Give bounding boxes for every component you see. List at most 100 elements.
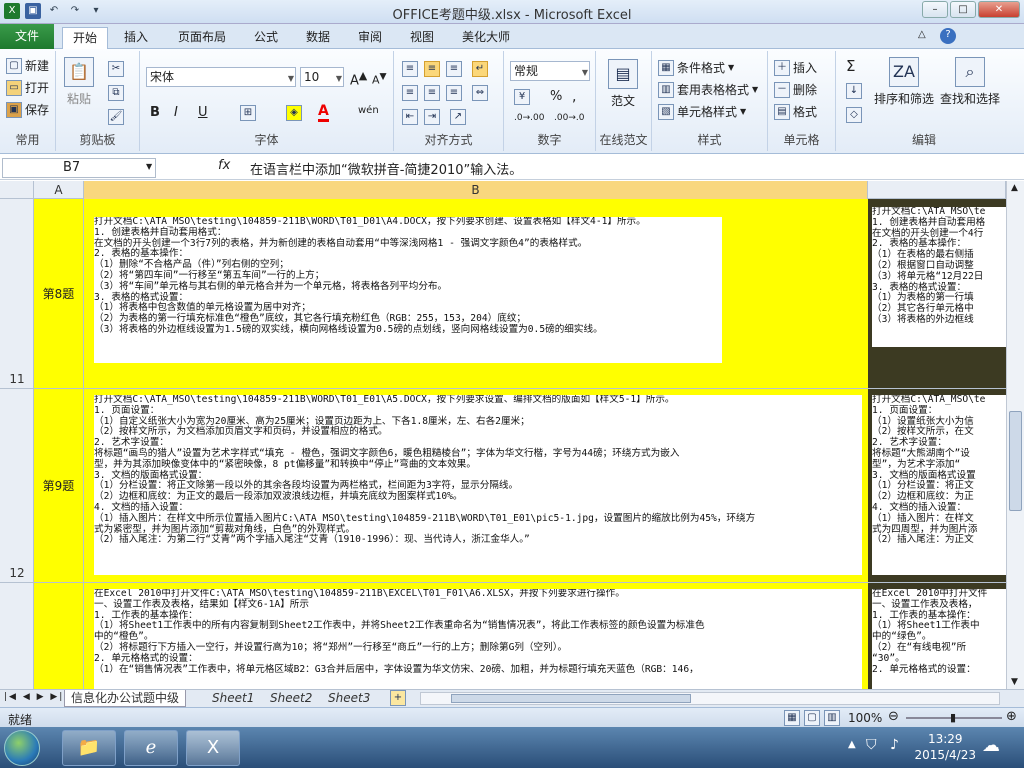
increase-decimal-icon[interactable]: .0→.00 (514, 113, 544, 123)
sheet-tab-sheet2[interactable]: Sheet2 (264, 690, 318, 707)
bold-button[interactable]: B (150, 105, 160, 120)
sheet-tab-sheet1[interactable]: Sheet1 (206, 690, 260, 707)
percent-icon[interactable]: % (550, 89, 562, 104)
find-select-button[interactable]: ⌕ 查找和选择 (940, 57, 1000, 107)
delete-cells-button[interactable]: －删除 (774, 81, 817, 98)
horizontal-scrollbar[interactable] (420, 692, 1000, 705)
column-header-b[interactable]: B (84, 181, 868, 199)
paste-button[interactable]: 📋 粘贴 (64, 57, 94, 107)
grow-font-icon[interactable]: A▲ (350, 69, 367, 88)
tab-beautify[interactable]: 美化大师 (456, 27, 516, 49)
tab-formulas[interactable]: 公式 (248, 27, 284, 49)
h-scroll-thumb[interactable] (451, 694, 691, 703)
sheet-nav-icons[interactable]: |◀ ◀ ▶ ▶| (4, 692, 64, 702)
wrap-text-icon[interactable]: ↵ (472, 61, 488, 77)
orientation-icon[interactable]: ↗ (450, 109, 466, 125)
maximize-button[interactable]: □ (950, 1, 976, 18)
align-center-icon[interactable]: ≡ (424, 85, 440, 101)
clear-icon[interactable]: ◇ (846, 107, 862, 123)
currency-icon[interactable]: ¥ (514, 89, 530, 105)
align-top-icon[interactable]: ≡ (402, 61, 418, 77)
tab-view[interactable]: 视图 (404, 27, 440, 49)
tab-page-layout[interactable]: 页面布局 (172, 27, 232, 49)
row-header[interactable]: 12 (0, 389, 34, 583)
cell-a12[interactable]: 第9题 (34, 389, 84, 583)
zoom-level[interactable]: 100% (848, 711, 882, 725)
font-name-combo[interactable]: 宋体 ▼ (146, 67, 296, 87)
decrease-decimal-icon[interactable]: .00→.0 (554, 113, 584, 123)
font-size-combo[interactable]: 10 ▼ (300, 67, 344, 87)
normal-view-icon[interactable]: ▦ (784, 710, 800, 726)
tab-home[interactable]: 开始 (62, 27, 108, 49)
excel-taskbar-icon[interactable]: X (186, 730, 240, 766)
underline-button[interactable]: U (198, 105, 208, 120)
copy-icon[interactable]: ⧉ (108, 85, 124, 101)
cell-c12[interactable]: 打开文档C:\ATA_MSO\te 1. 页面设置： （1）设置纸张大小为信 （… (868, 389, 1008, 583)
cell-b13[interactable]: 在Excel 2010中打开文件C:\ATA_MSO\testing\10485… (84, 583, 868, 689)
borders-icon[interactable]: ⊞ (240, 105, 256, 121)
page-break-view-icon[interactable]: ▥ (824, 710, 840, 726)
volume-icon[interactable]: ♪ (890, 737, 899, 753)
open-button[interactable]: ▭ 打开 (6, 79, 49, 96)
insert-cells-button[interactable]: ＋插入 (774, 59, 817, 76)
cell-b12[interactable]: 打开文档C:\ATA_MSO\testing\104859-211B\WORD\… (84, 389, 868, 583)
formula-input[interactable]: 在语言栏中添加“微软拼音-简捷2010”输入法。 (250, 159, 522, 178)
cell-a13[interactable] (34, 583, 84, 689)
scroll-down-icon[interactable]: ▼ (1011, 677, 1018, 687)
name-box[interactable]: B7 (2, 158, 156, 178)
page-layout-view-icon[interactable]: ▢ (804, 710, 820, 726)
close-button[interactable]: ✕ (978, 1, 1020, 18)
cut-icon[interactable]: ✂ (108, 61, 124, 77)
collapse-ribbon-icon[interactable]: △ (918, 29, 926, 40)
minimize-button[interactable]: – (922, 1, 948, 18)
align-bottom-icon[interactable]: ≡ (446, 61, 462, 77)
row-header[interactable] (0, 583, 34, 689)
cell-a11[interactable]: 第8题 (34, 199, 84, 389)
zoom-out-icon[interactable]: ⊖ (888, 709, 899, 724)
network-icon[interactable]: ⛉ (866, 737, 877, 753)
fanwen-button[interactable]: ▤ 范文 (608, 59, 638, 109)
start-button[interactable] (4, 730, 40, 766)
row-header[interactable]: 11 (0, 199, 34, 389)
explorer-taskbar-icon[interactable]: 📁 (62, 730, 116, 766)
tray-expand-icon[interactable]: ▲ (848, 739, 856, 750)
sheet-tab-main[interactable]: 信息化办公试题中级 (64, 690, 187, 707)
help-icon[interactable]: ? (940, 28, 956, 44)
namebox-dropdown-icon[interactable]: ▼ (146, 162, 152, 171)
tab-review[interactable]: 审阅 (352, 27, 388, 49)
italic-button[interactable]: I (174, 105, 178, 120)
zoom-slider-thumb[interactable]: ▮ (950, 711, 956, 724)
system-clock[interactable]: 13:29 2015/4/23 (914, 731, 976, 763)
vertical-scrollbar[interactable]: ▲ ▼ (1006, 181, 1024, 689)
number-format-combo[interactable]: 常规 ▼ (510, 61, 590, 81)
sort-filter-button[interactable]: ZA 排序和筛选 (874, 57, 934, 107)
tab-insert[interactable]: 插入 (118, 27, 154, 49)
cell-styles-button[interactable]: ▧ 单元格样式 ▼ (658, 103, 746, 120)
sheet-tab-sheet3[interactable]: Sheet3 (322, 690, 376, 707)
scroll-up-icon[interactable]: ▲ (1011, 183, 1018, 193)
font-color-icon[interactable]: A (318, 103, 329, 122)
align-left-icon[interactable]: ≡ (402, 85, 418, 101)
insert-function-button[interactable]: fx (218, 158, 230, 173)
tab-data[interactable]: 数据 (300, 27, 336, 49)
align-right-icon[interactable]: ≡ (446, 85, 462, 101)
new-button[interactable]: ▢ 新建 (6, 57, 49, 74)
fill-color-icon[interactable]: ◈ (286, 105, 302, 121)
fill-icon[interactable]: ↓ (846, 83, 862, 99)
format-cells-button[interactable]: ▤ 格式 (774, 103, 817, 120)
comma-icon[interactable]: , (572, 89, 576, 105)
cell-c11[interactable]: 打开文档C:\ATA_MSO\te 1. 创建表格并自动套用格 在文档的开头创建… (868, 199, 1008, 389)
format-painter-icon[interactable]: 🖌 (108, 109, 124, 125)
cell-c13[interactable]: 在Excel 2010中打开文件 一、设置工作表及表格， 1. 工作表的基本操作… (868, 583, 1008, 689)
column-header-a[interactable]: A (34, 181, 84, 199)
shrink-font-icon[interactable]: A▼ (372, 71, 387, 87)
column-header-c[interactable] (868, 181, 1006, 199)
autosum-icon[interactable]: Σ (846, 57, 855, 75)
decrease-indent-icon[interactable]: ⇤ (402, 109, 418, 125)
format-as-table-button[interactable]: ▥ 套用表格格式 ▼ (658, 81, 758, 98)
zoom-in-icon[interactable]: ⊕ (1006, 709, 1017, 724)
align-middle-icon[interactable]: ≡ (424, 61, 440, 77)
save-button[interactable]: ▣ 保存 (6, 101, 49, 118)
cell-b11[interactable]: 打开文档C:\ATA_MSO\testing\104859-211B\WORD\… (84, 199, 868, 389)
weather-icon[interactable]: ☁ (982, 735, 1000, 756)
